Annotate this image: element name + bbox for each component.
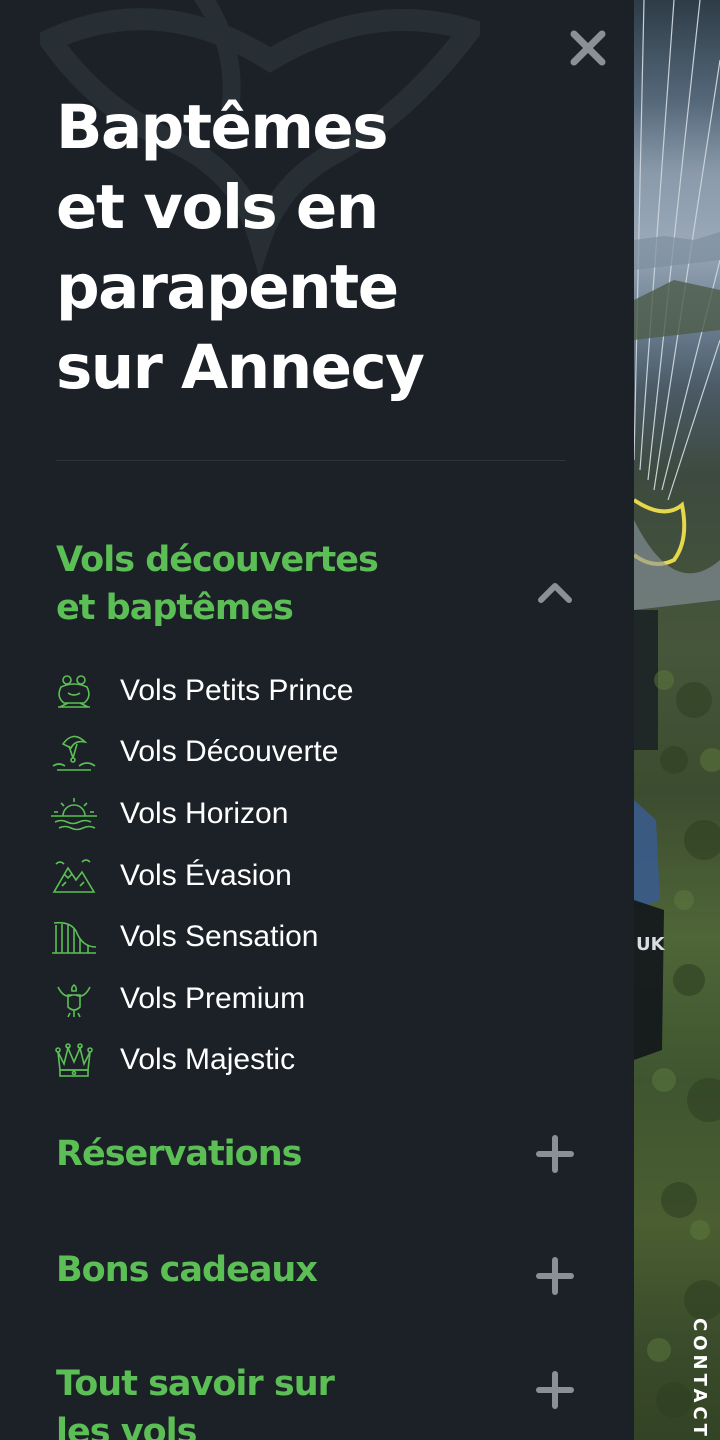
divider <box>56 460 566 461</box>
paraglider-photo-lines: UK <box>634 0 720 1418</box>
close-button[interactable] <box>566 26 610 70</box>
submenu-item-premium[interactable]: Vols Premium <box>48 968 568 1030</box>
section-reservations[interactable]: Réservations <box>56 1130 576 1178</box>
rollercoaster-icon <box>48 915 100 959</box>
close-icon <box>570 30 606 66</box>
section-title-line: Réservations <box>56 1134 302 1174</box>
submenu-item-sensation[interactable]: Vols Sensation <box>48 906 568 968</box>
submenu-item-label: Vols Évasion <box>120 858 292 892</box>
section-title: Bons cadeaux <box>56 1246 496 1294</box>
plus-icon <box>536 1371 574 1409</box>
mountains-icon <box>48 854 100 898</box>
section-toggle[interactable] <box>534 1369 576 1411</box>
sunset-icon <box>48 792 100 836</box>
section-title-line: Bons cadeaux <box>56 1250 318 1290</box>
page-title: Baptêmes et vols en parapente sur Annecy <box>56 88 596 408</box>
background-photo: UK CONTACTE <box>634 0 720 1440</box>
section-title-line: Vols découvertes <box>56 540 379 580</box>
plus-icon <box>536 1257 574 1295</box>
submenu-item-label: Vols Petits Prince <box>120 673 354 707</box>
submenu-item-decouverte[interactable]: Vols Découverte <box>48 722 568 784</box>
submenu-item-majestic[interactable]: Vols Majestic <box>48 1030 568 1092</box>
screen: UK CONTACTE Baptêmes et vols en parapent… <box>0 0 720 1440</box>
section-vols-decouvertes[interactable]: Vols découvertes et baptêmes <box>56 536 576 632</box>
paraglider-icon <box>48 730 100 774</box>
crown-icon <box>48 1038 100 1082</box>
plus-icon <box>536 1135 574 1173</box>
section-toggle[interactable] <box>534 572 576 614</box>
frog-icon <box>48 669 100 713</box>
submenu-item-label: Vols Horizon <box>120 796 289 830</box>
section-title-line: Tout savoir sur <box>56 1364 335 1404</box>
submenu-list: Vols Petits Prince Vols Découverte Vols … <box>48 660 568 1091</box>
submenu-item-petits-prince[interactable]: Vols Petits Prince <box>48 660 568 722</box>
contact-tab[interactable]: CONTACTE <box>689 1318 710 1440</box>
chevron-up-icon <box>538 583 572 603</box>
section-toggle[interactable] <box>534 1133 576 1175</box>
section-title-line: et baptêmes <box>56 588 294 628</box>
submenu-item-label: Vols Majestic <box>120 1043 296 1077</box>
page-title-line: et vols en <box>56 172 379 243</box>
section-bons-cadeaux[interactable]: Bons cadeaux <box>56 1246 576 1297</box>
submenu-item-label: Vols Sensation <box>120 920 319 954</box>
page-title-line: Baptêmes <box>56 92 389 163</box>
section-tout-savoir[interactable]: Tout savoir sur les vols <box>56 1360 576 1440</box>
svg-text:UK: UK <box>636 934 666 955</box>
section-title: Vols découvertes et baptêmes <box>56 536 496 632</box>
submenu-item-label: Vols Découverte <box>120 735 339 769</box>
section-title-line: les vols <box>56 1412 197 1440</box>
section-title: Réservations <box>56 1130 496 1178</box>
section-title: Tout savoir sur les vols <box>56 1360 496 1440</box>
section-toggle[interactable] <box>534 1255 576 1297</box>
page-title-line: sur Annecy <box>56 332 425 403</box>
submenu-item-evasion[interactable]: Vols Évasion <box>48 845 568 907</box>
page-title-line: parapente <box>56 252 399 323</box>
eagle-icon <box>48 977 100 1021</box>
submenu-item-horizon[interactable]: Vols Horizon <box>48 783 568 845</box>
menu-panel: Baptêmes et vols en parapente sur Annecy… <box>0 0 634 1440</box>
submenu-item-label: Vols Premium <box>120 981 306 1015</box>
